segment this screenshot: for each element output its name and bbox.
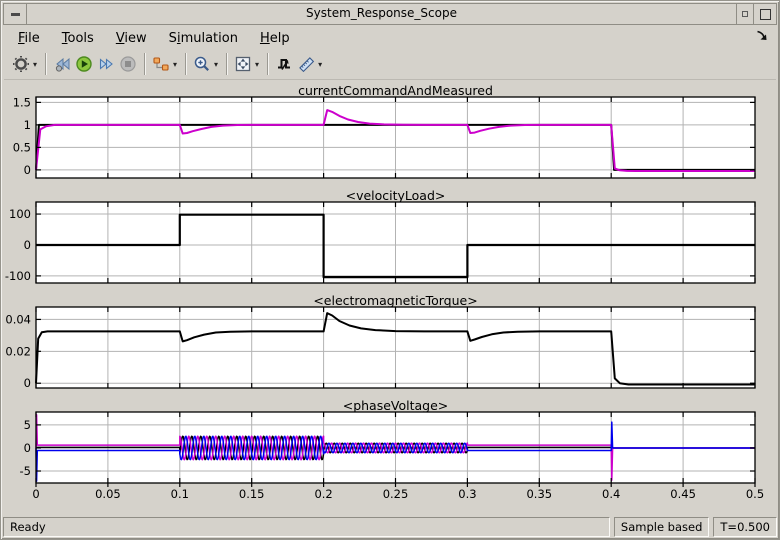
maximize-button[interactable] [753, 4, 776, 24]
plot-phaseVoltage[interactable]: -5050 0.05 0.1 0.15 0.2 0.25 0.3 0.35 0.4 0.45 0.5 [20, 411, 765, 501]
dock-scope-icon[interactable] [755, 29, 768, 42]
run-button[interactable] [73, 52, 95, 76]
play-icon [76, 56, 92, 72]
x-tick-label: 0.2 [314, 487, 332, 501]
signal-selector-dropdown-arrow-icon[interactable]: ▾ [173, 60, 177, 69]
y-tick-label: 0.02 [5, 344, 31, 358]
measurements-dropdown-arrow-icon[interactable]: ▾ [318, 60, 322, 69]
status-sample-mode: Sample based [613, 517, 710, 537]
title-bar: System_Response_Scope [3, 3, 777, 25]
trigger-icon [278, 59, 291, 70]
toolbar-separator [267, 53, 269, 75]
scope-plots-canvas[interactable]: 00.511.5-100010000.020.04-5050 0.05 0.1 0.1… [0, 82, 780, 505]
y-tick-label: 1 [24, 118, 31, 132]
x-tick-label: 0.25 [383, 487, 409, 501]
settings-dropdown-arrow-icon[interactable]: ▾ [33, 60, 37, 69]
scope-window: { "window": { "title": "System_Response_… [0, 0, 780, 540]
step-forward-button[interactable] [95, 52, 117, 76]
y-tick-label: 0 [24, 376, 31, 390]
fit-to-view-button[interactable] [232, 52, 254, 76]
window-menu-button[interactable] [4, 4, 27, 24]
toolbar: ▾ ▾ ▾ ▾ ▾ [4, 49, 776, 80]
toolbar-separator [45, 53, 47, 75]
fit-to-view-dropdown-arrow-icon[interactable]: ▾ [255, 60, 259, 69]
window-menu-dash-icon [10, 12, 20, 16]
x-tick-label: 0.1 [171, 487, 189, 501]
zoom-button[interactable] [191, 52, 213, 76]
step-forward-icon [99, 58, 113, 70]
signal-selector-icon [153, 57, 169, 71]
y-tick-label: -100 [5, 269, 31, 283]
signal-selector-button[interactable] [150, 52, 172, 76]
step-back-button[interactable] [51, 52, 73, 76]
y-tick-label: 1.5 [13, 95, 31, 109]
ruler-icon [299, 57, 315, 73]
stop-button[interactable] [117, 52, 139, 76]
toolbar-separator [185, 53, 187, 75]
y-tick-label: -5 [20, 464, 31, 478]
y-tick-label: 0.04 [5, 312, 31, 326]
measurements-button[interactable] [295, 52, 317, 76]
menu-file[interactable]: File [12, 29, 46, 48]
menu-simulation[interactable]: Simulation [163, 29, 244, 48]
menu-view[interactable]: View [110, 29, 153, 48]
plot-currentCommandAndMeasured[interactable]: 0 0.5 1 1.5 [13, 95, 756, 179]
status-ready: Ready [3, 517, 610, 537]
settings-button[interactable] [10, 52, 32, 76]
toolbar-separator [144, 53, 146, 75]
zoom-in-icon [194, 56, 210, 71]
x-tick-label: 0.5 [746, 487, 764, 501]
toolbar-separator [226, 53, 228, 75]
plot-velocityLoad[interactable]: -100 0 100 [5, 201, 756, 284]
maximize-icon [759, 8, 771, 20]
menu-bar-items: File Tools View Simulation Help [12, 29, 306, 48]
y-tick-label: 0 [24, 441, 31, 455]
plot-electromagneticTorque[interactable]: 0 0.02 0.04 [5, 306, 756, 390]
menu-bar: File Tools View Simulation Help [4, 27, 776, 49]
zoom-dropdown-arrow-icon[interactable]: ▾ [214, 60, 218, 69]
x-tick-label: 0.35 [526, 487, 552, 501]
trigger-button[interactable] [273, 52, 295, 76]
x-tick-label: 0.4 [602, 487, 620, 501]
stop-icon [120, 56, 136, 72]
x-tick-label: 0.45 [670, 487, 696, 501]
x-tick-label: 0.15 [239, 487, 265, 501]
menu-help[interactable]: Help [254, 29, 296, 48]
y-tick-label: 100 [9, 207, 31, 221]
y-tick-label: 5 [24, 418, 31, 432]
gear-icon [13, 56, 29, 72]
y-tick-label: 0 [24, 163, 31, 177]
status-bar: Ready Sample based T=0.500 [3, 515, 777, 537]
x-tick-label: 0.3 [458, 487, 476, 501]
y-tick-label: 0.5 [13, 140, 31, 154]
step-back-icon [55, 57, 70, 72]
minimize-button[interactable] [736, 4, 753, 24]
fit-to-view-icon [235, 56, 251, 72]
menu-tools[interactable]: Tools [56, 29, 100, 48]
minimize-icon [742, 11, 748, 17]
window-title: System_Response_Scope [306, 6, 457, 20]
x-tick-label: 0.05 [95, 487, 121, 501]
x-tick-label: 0 [32, 487, 39, 501]
status-time: T=0.500 [713, 517, 777, 537]
y-tick-label: 0 [24, 238, 31, 252]
